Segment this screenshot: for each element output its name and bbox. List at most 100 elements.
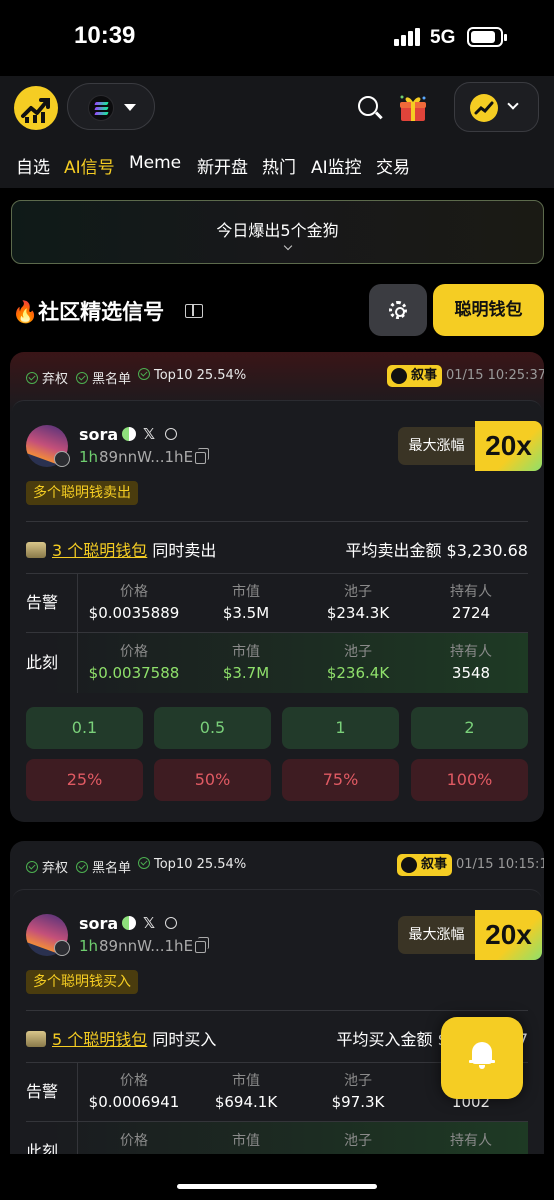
smart-wallet-button[interactable]: 聪明钱包 <box>433 284 544 336</box>
tag-top10: Top10 25.54% <box>138 368 246 383</box>
home-indicator[interactable] <box>177 1184 377 1189</box>
globe-icon[interactable] <box>165 917 177 929</box>
account-menu-button[interactable] <box>454 82 539 132</box>
signal-card[interactable]: 弃权 黑名单 Top10 25.54% 叙事 01/15 10:15:11 so… <box>10 841 544 1154</box>
signal-feed[interactable]: 今日爆出5个金狗 🔥社区精选信号 聪明钱包 弃权 黑名单 Top10 25.54… <box>0 188 554 1154</box>
sell-button[interactable]: 75% <box>282 759 399 801</box>
tag-renounced: 弃权 <box>26 857 68 876</box>
solana-icon <box>88 95 114 121</box>
globe-icon[interactable] <box>165 428 177 440</box>
pill-icon[interactable] <box>119 913 139 933</box>
section-title: 🔥社区精选信号 <box>12 300 165 324</box>
tag-renounced: 弃权 <box>26 368 68 387</box>
logo-avatar <box>470 94 498 122</box>
stat-price: 价格 <box>120 1133 148 1149</box>
stat-holders: 持有人 <box>450 1133 492 1149</box>
tab-trade[interactable]: 交易 <box>376 153 410 178</box>
sell-button[interactable]: 100% <box>411 759 528 801</box>
tab-hot[interactable]: 热门 <box>262 153 296 178</box>
tab-ai-signal[interactable]: AI信号 <box>64 153 115 178</box>
buy-button[interactable]: 0.5 <box>154 707 271 749</box>
category-tabs: 自选 AI信号 Meme 新开盘 热门 AI监控 交易 <box>0 140 554 188</box>
smart-wallet-link[interactable]: 3 个聪明钱包 <box>52 541 147 560</box>
chain-selector[interactable] <box>67 83 155 130</box>
quick-sell-row: 25% 50% 75% 100% <box>26 759 528 801</box>
status-bar: 10:39 5G <box>0 0 554 76</box>
stat-price: 价格 $0.0006941 <box>88 1073 180 1111</box>
stat-pool: 池子 <box>344 1133 372 1149</box>
now-row: 此刻 价格 $0.0037588 市值 $3.7M 池子 $236.4K 持有人 354… <box>26 633 528 693</box>
tag-blacklist: 黑名单 <box>76 368 131 387</box>
narrative-badge[interactable]: 叙事 <box>397 854 453 876</box>
signal-time: 01/15 10:25:37 <box>446 368 544 383</box>
sell-button[interactable]: 25% <box>26 759 143 801</box>
network-type: 5G <box>430 27 456 48</box>
app-header <box>0 76 554 140</box>
smart-wallet-link[interactable]: 5 个聪明钱包 <box>52 1030 147 1049</box>
chain-badge-icon <box>54 451 70 467</box>
signal-type-tag: 多个聪明钱卖出 <box>26 481 138 505</box>
buy-button[interactable]: 2 <box>411 707 528 749</box>
buy-button[interactable]: 0.1 <box>26 707 143 749</box>
caret-down-icon <box>124 104 136 117</box>
sell-button[interactable]: 50% <box>154 759 271 801</box>
chevron-down-icon <box>507 98 519 110</box>
stat-pool: 池子 $234.3K <box>326 584 390 622</box>
stat-price: 价格 $0.0037588 <box>88 644 180 682</box>
tab-watchlist[interactable]: 自选 <box>16 153 50 178</box>
search-icon[interactable] <box>358 96 378 116</box>
gift-icon[interactable] <box>398 94 428 122</box>
notification-fab[interactable] <box>441 1017 523 1099</box>
tab-meme[interactable]: Meme <box>129 153 181 173</box>
gold-dog-banner[interactable]: 今日爆出5个金狗 <box>11 200 544 264</box>
token-name[interactable]: sora <box>79 425 118 444</box>
token-age: 1h <box>79 448 99 466</box>
buy-button[interactable]: 1 <box>282 707 399 749</box>
settings-button[interactable] <box>369 284 427 336</box>
copy-icon[interactable] <box>195 937 209 953</box>
average-amount: 平均卖出金额 $3,230.68 <box>345 541 528 560</box>
signal-time: 01/15 10:15:11 <box>456 857 544 872</box>
tab-new-listing[interactable]: 新开盘 <box>197 153 248 178</box>
check-icon <box>138 857 150 869</box>
copy-icon[interactable] <box>195 448 209 464</box>
stat-price: 价格 $0.0035889 <box>88 584 180 622</box>
tab-ai-monitor[interactable]: AI监控 <box>311 153 362 178</box>
stat-mcap: 市值 $3.5M <box>222 584 270 622</box>
max-gain-value: 20x <box>475 910 542 960</box>
stats-table: 告警 价格 $0.0035889 市值 $3.5M 池子 $234.3K 持有人 272… <box>26 573 528 693</box>
max-gain-value: 20x <box>475 421 542 471</box>
check-icon <box>76 372 88 384</box>
max-gain-box: 最大涨幅 20x <box>398 910 542 960</box>
stat-mcap: 市值 $694.1K <box>214 1073 278 1111</box>
fire-icon: 🔥 <box>12 300 39 324</box>
stat-pool: 池子 $97.3K <box>331 1073 385 1111</box>
now-row: 此刻 价格 市值 池子 持有人 <box>26 1122 528 1154</box>
x-icon[interactable]: 𝕏 <box>143 914 155 932</box>
stat-mcap: 市值 $3.7M <box>222 644 270 682</box>
check-icon <box>138 368 150 380</box>
token-address: 89nnW...1hE <box>99 937 194 955</box>
battery-icon <box>467 27 507 47</box>
bottom-safe-area <box>0 1154 554 1200</box>
narrative-badge[interactable]: 叙事 <box>387 365 443 387</box>
book-icon[interactable] <box>185 304 203 318</box>
cellular-signal-icon <box>394 28 420 46</box>
banner-text: 今日爆出5个金狗 <box>216 221 339 240</box>
signal-card[interactable]: 弃权 黑名单 Top10 25.54% 叙事 01/15 10:25:37 so… <box>10 352 544 822</box>
chevron-down-icon <box>283 241 293 251</box>
wallet-summary: 5 个聪明钱包 同时买入 <box>26 1026 216 1050</box>
row-label-alert: 告警 <box>26 573 78 633</box>
signal-type-tag: 多个聪明钱买入 <box>26 970 138 994</box>
app-logo[interactable] <box>14 86 58 130</box>
row-label-now: 此刻 <box>26 633 78 693</box>
divider <box>26 1010 528 1011</box>
row-label-alert: 告警 <box>26 1062 78 1122</box>
x-icon[interactable]: 𝕏 <box>143 425 155 443</box>
wallet-icon <box>26 1031 46 1047</box>
token-name[interactable]: sora <box>79 914 118 933</box>
gear-icon <box>389 301 407 319</box>
row-label-now: 此刻 <box>26 1122 78 1154</box>
max-gain-label: 最大涨幅 <box>398 916 475 954</box>
pill-icon[interactable] <box>119 424 139 444</box>
